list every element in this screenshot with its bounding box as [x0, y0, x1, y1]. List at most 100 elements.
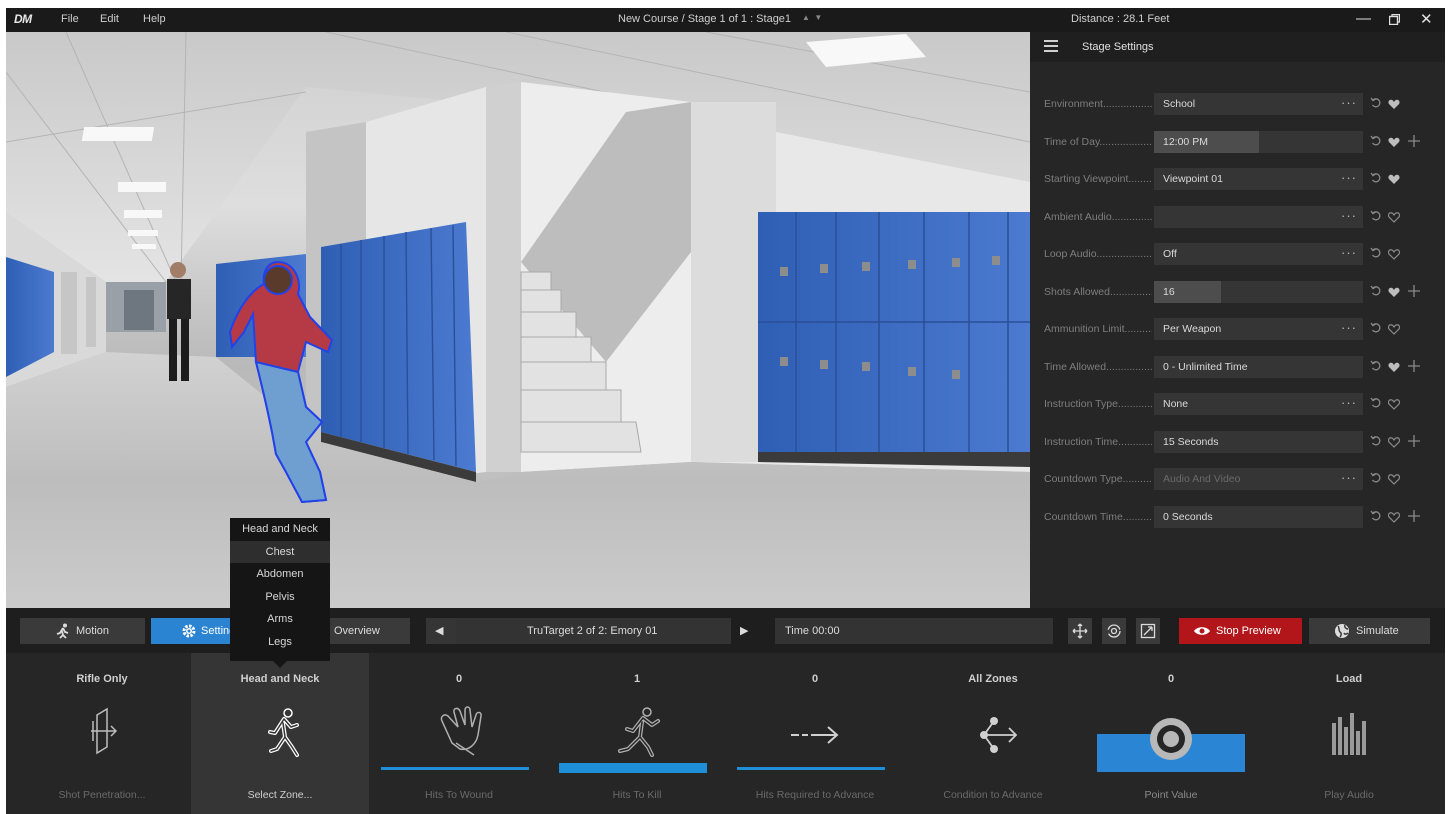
- scale-tool-button[interactable]: [1136, 618, 1160, 644]
- zone-menu-item[interactable]: Arms: [230, 608, 330, 631]
- scene-viewport[interactable]: [6, 32, 1030, 608]
- hits-to-wound-column[interactable]: 0 Hits To Wound: [370, 653, 548, 814]
- setting-value-field[interactable]: 16: [1154, 280, 1363, 303]
- setting-value-field[interactable]: 0 - Unlimited Time: [1154, 355, 1363, 378]
- hits-to-kill-slider[interactable]: [559, 763, 707, 773]
- point-value-caption: Point Value: [1144, 789, 1198, 801]
- zone-menu-item[interactable]: Legs: [230, 631, 330, 654]
- menu-file[interactable]: File: [61, 13, 79, 25]
- stage-down-icon[interactable]: ▼: [814, 13, 822, 22]
- play-audio-column[interactable]: Load Play Audio: [1260, 653, 1438, 814]
- more-options-icon[interactable]: ···: [1341, 470, 1357, 485]
- reset-icon[interactable]: [1370, 396, 1382, 414]
- setting-value-field[interactable]: 12:00 PM: [1154, 130, 1363, 153]
- add-icon[interactable]: [1408, 434, 1420, 452]
- favorite-icon[interactable]: [1387, 472, 1401, 490]
- simulate-button[interactable]: Simulate: [1309, 618, 1430, 644]
- reset-icon[interactable]: [1370, 434, 1382, 452]
- target-selector[interactable]: TruTarget 2 of 2: Emory 01: [456, 618, 731, 644]
- hits-to-wound-slider[interactable]: [381, 767, 529, 770]
- favorite-icon[interactable]: [1387, 510, 1401, 528]
- more-options-icon[interactable]: ···: [1341, 395, 1357, 410]
- zone-menu-item[interactable]: Chest: [230, 540, 330, 563]
- reset-icon[interactable]: [1370, 359, 1382, 377]
- reset-icon[interactable]: [1370, 509, 1382, 527]
- hits-to-kill-caption: Hits To Kill: [612, 789, 662, 801]
- reset-icon[interactable]: [1370, 284, 1382, 302]
- shot-penetration-column[interactable]: Rifle Only Shot Penetration...: [13, 653, 191, 814]
- reset-icon[interactable]: [1370, 471, 1382, 489]
- hits-required-slider[interactable]: [737, 767, 885, 770]
- minimize-icon[interactable]: —: [1356, 10, 1371, 27]
- setting-dropdown[interactable]: Viewpoint 01 ···: [1154, 168, 1363, 190]
- play-audio-caption: Play Audio: [1324, 789, 1374, 801]
- favorite-icon[interactable]: [1387, 210, 1401, 228]
- favorite-icon[interactable]: [1388, 285, 1400, 303]
- setting-actions: [1370, 509, 1440, 525]
- stage-stepper[interactable]: ▲ ▼: [802, 13, 822, 22]
- zone-dropdown-menu[interactable]: Head and Neck Chest Abdomen Pelvis Arms Legs: [230, 518, 330, 661]
- add-icon[interactable]: [1408, 284, 1420, 302]
- zone-menu-item[interactable]: Pelvis: [230, 586, 330, 609]
- favorite-icon[interactable]: [1388, 135, 1400, 153]
- favorite-icon[interactable]: [1387, 435, 1401, 453]
- reset-icon[interactable]: [1370, 321, 1382, 339]
- favorite-icon[interactable]: [1387, 322, 1401, 340]
- hits-to-kill-column[interactable]: 1 Hits To Kill: [548, 653, 726, 814]
- setting-dropdown[interactable]: Off ···: [1154, 243, 1363, 265]
- reset-icon[interactable]: [1370, 171, 1382, 189]
- zone-menu-item[interactable]: Head and Neck: [230, 518, 330, 541]
- stage-up-icon[interactable]: ▲: [802, 13, 810, 22]
- more-options-icon[interactable]: ···: [1341, 320, 1357, 335]
- prev-target-button[interactable]: ◀: [426, 618, 456, 644]
- close-icon[interactable]: ✕: [1420, 10, 1433, 28]
- setting-row: Ambient Audio...................... ···: [1030, 205, 1445, 228]
- time-field[interactable]: Time 00:00: [775, 618, 1053, 644]
- next-target-button[interactable]: ▶: [731, 618, 761, 644]
- favorite-icon[interactable]: [1387, 397, 1401, 415]
- reset-icon[interactable]: [1370, 209, 1382, 227]
- add-icon[interactable]: [1408, 359, 1420, 377]
- setting-label: Starting Viewpoint.................: [1044, 173, 1152, 185]
- scale-icon: [1140, 623, 1156, 639]
- setting-dropdown[interactable]: Audio And Video ···: [1154, 468, 1363, 490]
- setting-dropdown[interactable]: None ···: [1154, 393, 1363, 415]
- setting-dropdown[interactable]: School ···: [1154, 93, 1363, 115]
- globe-icon: [1335, 624, 1349, 638]
- motion-button[interactable]: Motion: [20, 618, 145, 644]
- setting-label: Time of Day........................: [1044, 135, 1152, 148]
- menu-help[interactable]: Help: [143, 13, 166, 25]
- stop-preview-button[interactable]: Stop Preview: [1179, 618, 1302, 644]
- eye-icon: [1194, 627, 1210, 635]
- target-properties-panel: Rifle Only Shot Penetration... Head and …: [6, 653, 1445, 814]
- add-icon[interactable]: [1408, 134, 1420, 152]
- favorite-icon[interactable]: [1388, 97, 1400, 115]
- restore-icon[interactable]: [1388, 12, 1401, 29]
- point-value-column[interactable]: 0 Point Value: [1082, 653, 1260, 814]
- rotate-tool-button[interactable]: [1102, 618, 1126, 644]
- reset-icon[interactable]: [1370, 246, 1382, 264]
- setting-value-field[interactable]: 0 Seconds: [1154, 505, 1363, 528]
- reset-icon[interactable]: [1370, 134, 1382, 152]
- hamburger-menu-icon[interactable]: [1044, 40, 1058, 52]
- menu-edit[interactable]: Edit: [100, 13, 119, 25]
- stage-settings-header: Stage Settings: [1030, 32, 1445, 62]
- setting-value-field[interactable]: 15 Seconds: [1154, 430, 1363, 453]
- more-options-icon[interactable]: ···: [1341, 245, 1357, 260]
- select-zone-column[interactable]: Head and Neck Select Zone...: [191, 653, 369, 814]
- favorite-icon[interactable]: [1388, 172, 1400, 190]
- reset-icon[interactable]: [1370, 96, 1382, 114]
- condition-to-advance-column[interactable]: All Zones Condition to Advance: [904, 653, 1082, 814]
- setting-dropdown[interactable]: Per Weapon ···: [1154, 318, 1363, 340]
- more-options-icon[interactable]: ···: [1341, 208, 1357, 223]
- favorite-icon[interactable]: [1387, 247, 1401, 265]
- more-options-icon[interactable]: ···: [1341, 95, 1357, 110]
- hits-required-column[interactable]: 0 Hits Required to Advance: [726, 653, 904, 814]
- zone-menu-item[interactable]: Abdomen: [230, 563, 330, 586]
- condition-to-advance-caption: Condition to Advance: [943, 789, 1043, 801]
- setting-dropdown[interactable]: ···: [1154, 205, 1363, 228]
- move-tool-button[interactable]: [1068, 618, 1092, 644]
- add-icon[interactable]: [1408, 509, 1420, 527]
- favorite-icon[interactable]: [1388, 360, 1400, 378]
- more-options-icon[interactable]: ···: [1341, 170, 1357, 185]
